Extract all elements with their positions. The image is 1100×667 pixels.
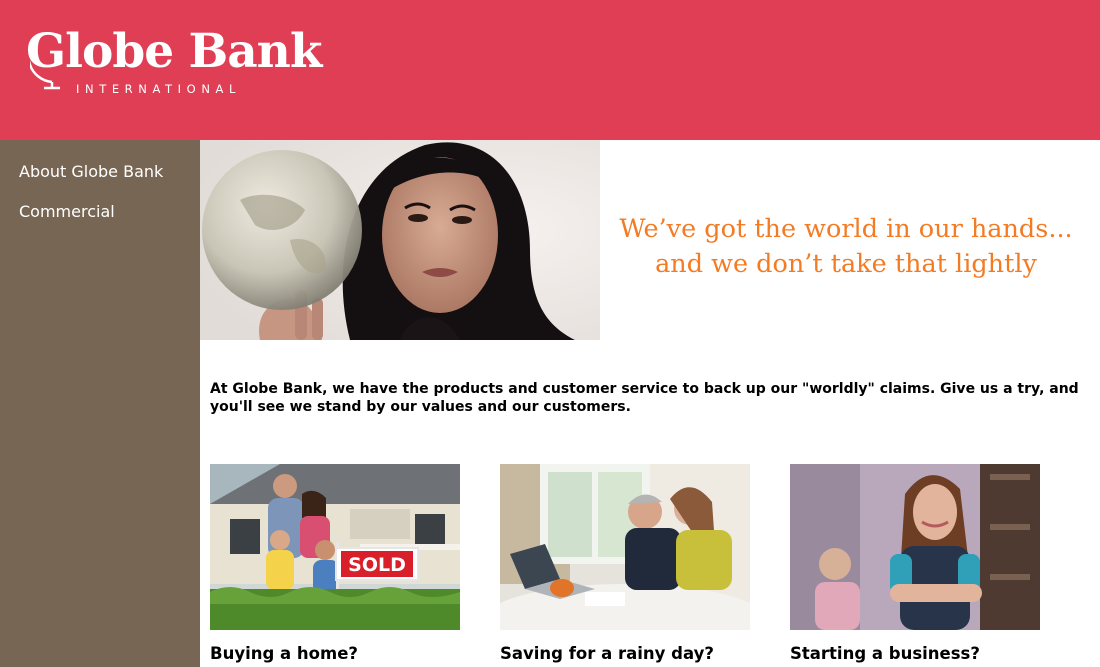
saving-image[interactable]	[500, 464, 750, 630]
tagline-line-2: and we don’t take that lightly	[655, 249, 1037, 279]
sidebar-nav: About Globe Bank Commercial	[0, 140, 200, 667]
logo-subtitle: INTERNATIONAL	[76, 82, 241, 96]
sidebar-item-commercial[interactable]: Commercial	[19, 202, 115, 221]
business-image[interactable]	[790, 464, 1040, 630]
hero-image	[200, 140, 600, 340]
sidebar-item-about[interactable]: About Globe Bank	[19, 162, 163, 181]
card-title-saving[interactable]: Saving for a rainy day?	[500, 644, 714, 663]
globe-bank-logo[interactable]: Globe Bank INTERNATIONAL	[26, 24, 322, 96]
card-title-business[interactable]: Starting a business?	[790, 644, 980, 663]
home-buying-image[interactable]: SOLD	[210, 464, 460, 630]
intro-paragraph: At Globe Bank, we have the products and …	[210, 381, 1079, 415]
hero-tagline: We’ve got the world in our hands... and …	[600, 212, 1092, 282]
card-title-buying-home[interactable]: Buying a home?	[210, 644, 358, 663]
sold-sign-text: SOLD	[348, 554, 406, 576]
site-header: Globe Bank INTERNATIONAL	[0, 0, 1100, 140]
globe-stand-icon	[30, 35, 60, 90]
tagline-line-1: We’ve got the world in our hands...	[619, 214, 1073, 244]
